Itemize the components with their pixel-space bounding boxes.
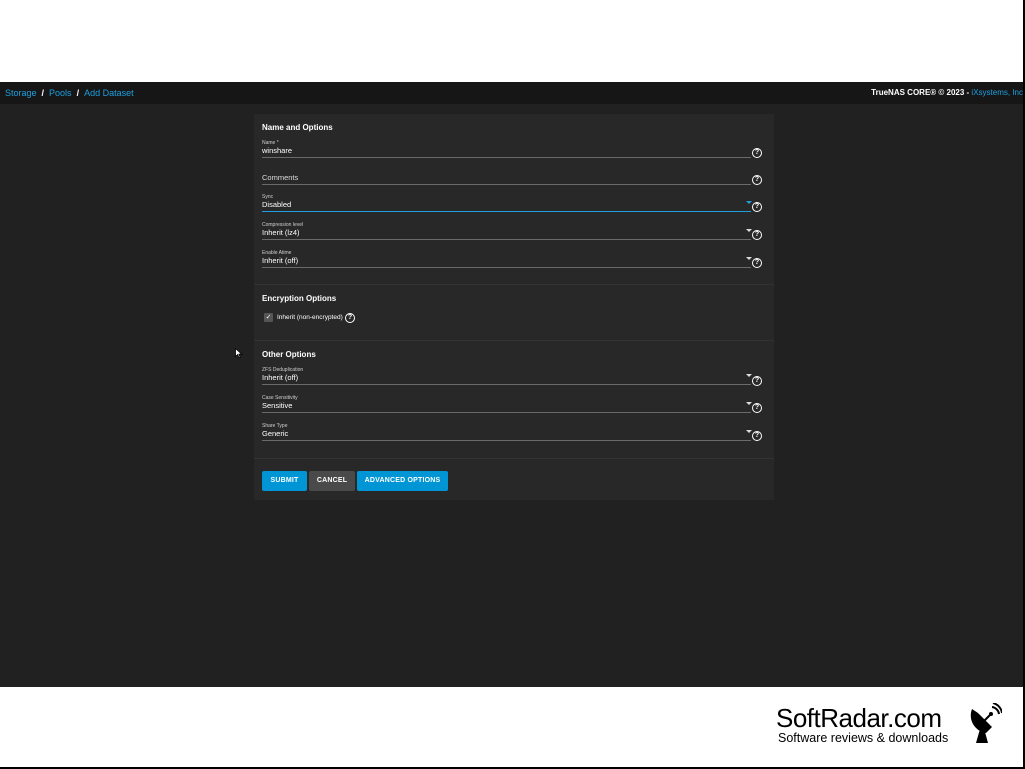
dedup-select-value: Inherit (off) (262, 373, 299, 382)
name-field-value: winshare (262, 146, 293, 155)
sync-select-value: Disabled (262, 200, 292, 209)
case-sensitivity-select[interactable]: Case Sensitivity Sensitive (262, 395, 752, 421)
truenas-app: Storage / Pools / Add Dataset TrueNAS CORE® … (0, 82, 1023, 687)
help-icon[interactable]: ? (752, 175, 762, 185)
chevron-down-icon (746, 229, 752, 232)
breadcrumb-storage[interactable]: Storage (5, 88, 37, 98)
breadcrumb-add-dataset: Add Dataset (84, 88, 134, 98)
help-icon[interactable]: ? (752, 202, 762, 212)
breadcrumb-pools[interactable]: Pools (49, 88, 72, 98)
help-icon[interactable]: ? (752, 376, 762, 386)
copyright: TrueNAS CORE® © 2023 - iXsystems, Inc (871, 88, 1023, 97)
compression-select-underline (262, 239, 751, 240)
breadcrumb: Storage / Pools / Add Dataset (5, 88, 134, 98)
share-type-select[interactable]: Share Type Generic (262, 423, 752, 449)
comments-field-placeholder: Comments (262, 173, 299, 182)
name-field-underline (262, 157, 751, 158)
share-type-underline (262, 440, 751, 441)
cancel-button[interactable]: CANCEL (309, 471, 355, 491)
copyright-text: TrueNAS CORE® © 2023 - (871, 88, 972, 97)
section-title-name-options: Name and Options (262, 123, 333, 132)
encryption-inherit-checkbox[interactable]: ✓ (264, 313, 273, 322)
case-sensitivity-value: Sensitive (262, 401, 293, 410)
chevron-down-icon (746, 257, 752, 260)
comments-field-underline (262, 184, 751, 185)
help-icon[interactable]: ? (752, 403, 762, 413)
help-icon[interactable]: ? (752, 148, 762, 158)
softradar-watermark: SoftRadar.com Software reviews & downloa… (776, 703, 1006, 747)
top-bar: Storage / Pools / Add Dataset TrueNAS CORE® … (0, 82, 1023, 104)
atime-select-underline (262, 267, 751, 268)
section-title-other: Other Options (262, 350, 316, 359)
encryption-inherit-label: Inherit (non-encrypted) (277, 314, 343, 321)
compression-select[interactable]: Compression level Inherit (lz4) (262, 222, 752, 248)
sync-select[interactable]: Sync Disabled (262, 194, 752, 220)
section-title-encryption: Encryption Options (262, 294, 337, 303)
mouse-cursor-icon (235, 348, 243, 359)
watermark-tagline: Software reviews & downloads (778, 731, 949, 745)
comments-field[interactable]: Comments (262, 167, 751, 193)
atime-select-value: Inherit (off) (262, 256, 299, 265)
chevron-down-icon (746, 430, 752, 433)
breadcrumb-separator: / (76, 88, 80, 98)
screenshot-frame: Storage / Pools / Add Dataset TrueNAS CORE® … (0, 0, 1025, 769)
compression-select-value: Inherit (lz4) (262, 228, 300, 237)
section-divider (254, 340, 774, 341)
watermark-title: SoftRadar.com (776, 703, 942, 733)
advanced-options-button[interactable]: ADVANCED OPTIONS (357, 471, 448, 491)
case-sensitivity-underline (262, 412, 751, 413)
satellite-dish-icon (970, 703, 1002, 743)
breadcrumb-separator: / (41, 88, 45, 98)
chevron-down-icon (746, 201, 752, 204)
section-divider (254, 284, 774, 285)
help-icon[interactable]: ? (752, 230, 762, 240)
submit-button[interactable]: SUBMIT (262, 471, 307, 491)
chevron-down-icon (746, 374, 752, 377)
dedup-select[interactable]: ZFS Deduplication Inherit (off) (262, 367, 752, 393)
add-dataset-form: Name and Options Name * winshare ? Comme… (254, 114, 774, 500)
dedup-select-underline (262, 384, 751, 385)
section-divider (254, 458, 774, 459)
share-type-value: Generic (262, 429, 289, 438)
sync-select-underline (262, 211, 751, 212)
help-icon[interactable]: ? (752, 258, 762, 268)
help-icon[interactable]: ? (345, 313, 355, 323)
atime-select[interactable]: Enable Atime Inherit (off) (262, 250, 752, 276)
name-field[interactable]: Name * winshare (262, 140, 751, 166)
vendor-link[interactable]: iXsystems, Inc (971, 88, 1023, 97)
chevron-down-icon (746, 402, 752, 405)
help-icon[interactable]: ? (752, 431, 762, 441)
